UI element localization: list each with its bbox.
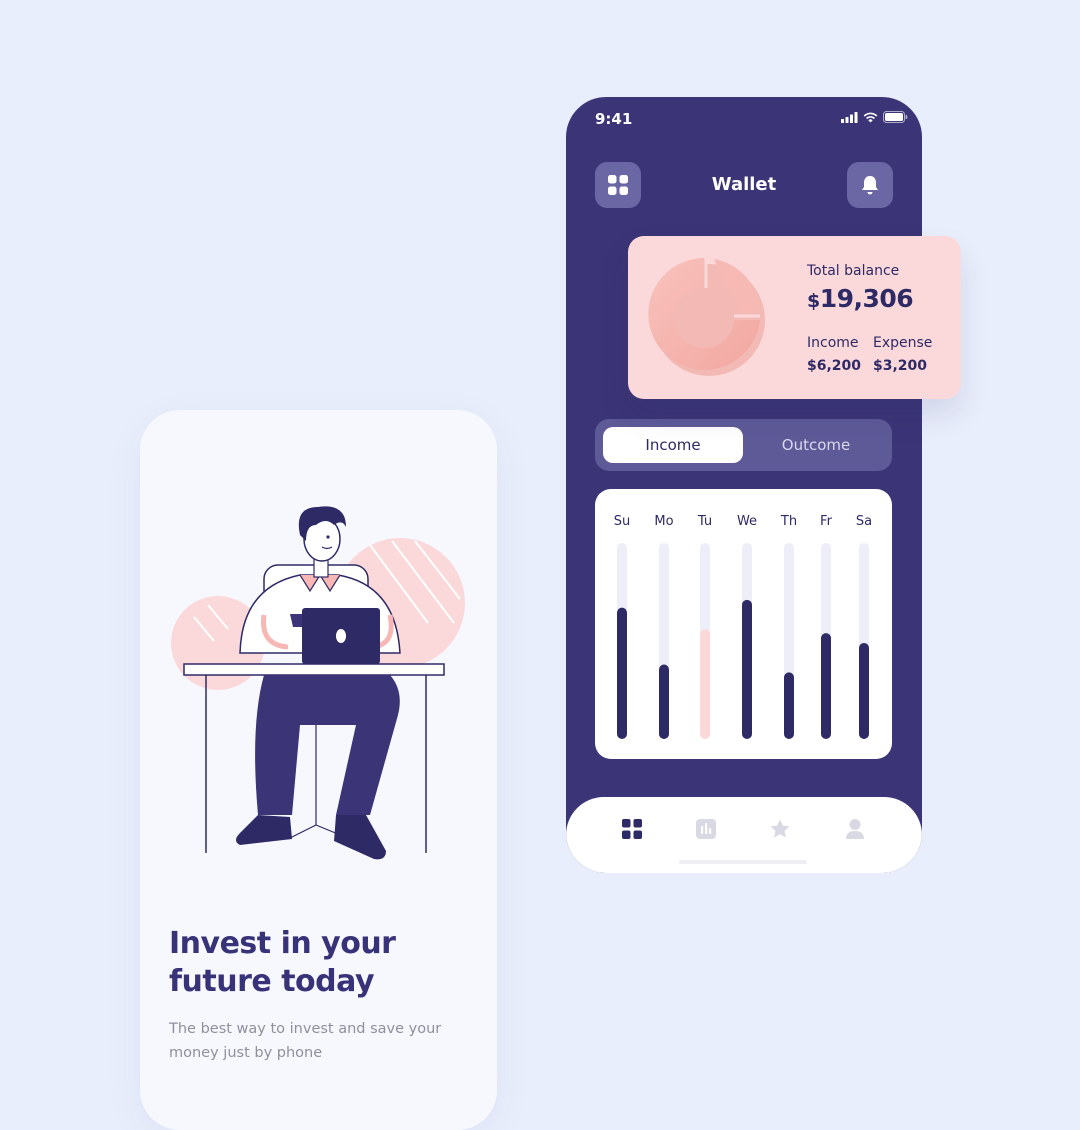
home-grid-icon: [622, 819, 642, 839]
day-label-sa: Sa: [856, 514, 872, 529]
day-label-mo: Mo: [654, 514, 673, 529]
wallet-phone-screen: 9:41 Wallet Income Outcome Su Mo Tu We T…: [566, 97, 922, 873]
bar-sa[interactable]: [859, 642, 869, 739]
status-icons: [841, 111, 908, 123]
wifi-icon: [863, 112, 878, 122]
battery-icon: [883, 111, 908, 123]
bar-mo[interactable]: [659, 664, 669, 739]
onboarding-card: Invest in your future today The best way…: [140, 410, 497, 1130]
bottom-tab-bar: [566, 797, 922, 873]
chart-icon: [696, 819, 716, 839]
balance-value: 19,306: [819, 284, 914, 313]
onboarding-subtitle: The best way to invest and save your mon…: [169, 1021, 442, 1061]
income-tab[interactable]: Income: [603, 427, 743, 463]
day-label-su: Su: [614, 514, 631, 529]
notifications-button[interactable]: [847, 162, 893, 208]
donut-chart-graphic: [648, 257, 765, 376]
weekly-chart-card: Su Mo Tu We Th Fr Sa: [595, 489, 892, 759]
expense-value: $3,200: [873, 358, 928, 374]
balance-card[interactable]: Total balance $19,306 Income $6,200 Expe…: [628, 236, 961, 399]
total-balance-label: Total balance: [807, 263, 900, 279]
signal-icon: [841, 111, 858, 123]
day-label-tu: Tu: [697, 514, 712, 529]
star-icon: [770, 819, 790, 838]
onboarding-title: Invest in your future today: [169, 926, 396, 999]
bar-tu[interactable]: [700, 629, 710, 739]
tab-home[interactable]: [621, 818, 643, 840]
currency-symbol: $: [807, 290, 820, 312]
bar-su[interactable]: [617, 607, 627, 739]
home-indicator[interactable]: [679, 860, 807, 864]
tab-profile[interactable]: [844, 818, 866, 840]
weekly-bar-chart: Su Mo Tu We Th Fr Sa: [614, 514, 872, 739]
income-outcome-toggle: Income Outcome: [595, 419, 892, 471]
bar-fr[interactable]: [821, 633, 831, 739]
status-bar: 9:41: [566, 97, 922, 141]
income-value: $6,200: [807, 358, 862, 374]
expense-label: Expense: [873, 335, 933, 351]
bell-icon: [862, 176, 878, 195]
total-balance-amount: $19,306: [807, 284, 914, 313]
bar-th[interactable]: [784, 672, 794, 739]
income-label: Income: [807, 335, 859, 351]
tab-statistics[interactable]: [695, 818, 717, 840]
day-label-we: We: [737, 514, 757, 529]
day-label-th: Th: [780, 514, 797, 529]
status-time: 9:41: [595, 110, 633, 128]
bar-we[interactable]: [742, 599, 752, 739]
profile-icon: [846, 819, 864, 839]
person-at-laptop-illustration: [171, 506, 465, 860]
outcome-tab[interactable]: Outcome: [747, 427, 885, 463]
day-label-fr: Fr: [820, 514, 833, 529]
tab-favorites[interactable]: [769, 818, 791, 840]
